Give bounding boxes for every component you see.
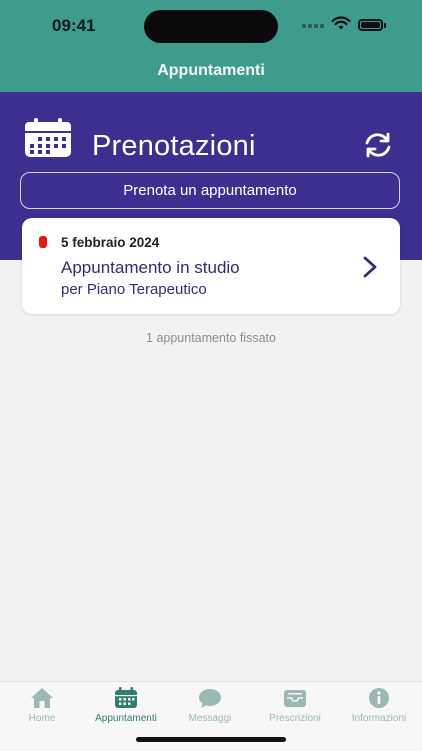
book-appointment-button[interactable]: Prenota un appuntamento <box>20 172 400 209</box>
tab-label: Home <box>28 713 56 724</box>
tab-home[interactable]: Home <box>0 682 84 732</box>
calendar-icon <box>115 687 137 708</box>
home-indicator <box>136 737 286 742</box>
inbox-icon <box>284 690 306 707</box>
calendar-icon <box>25 118 71 157</box>
tab-messaggi[interactable]: Messaggi <box>168 682 252 732</box>
appointment-subtitle: per Piano Terapeutico <box>61 281 207 298</box>
tab-label: Appuntamenti <box>95 713 157 724</box>
wifi-icon <box>331 16 351 30</box>
tab-informazioni[interactable]: Informazioni <box>337 682 421 732</box>
tab-label: Informazioni <box>351 713 407 724</box>
status-indicator <box>39 236 47 248</box>
tab-appuntamenti[interactable]: Appuntamenti <box>84 682 168 732</box>
appointment-date: 5 febbraio 2024 <box>61 235 160 250</box>
home-icon <box>31 688 53 708</box>
page-title: Appuntamenti <box>157 62 265 79</box>
appointment-card[interactable]: 5 febbraio 2024 Appuntamento in studio p… <box>22 218 400 314</box>
info-icon <box>369 688 389 708</box>
chevron-right-icon[interactable] <box>361 255 379 279</box>
nav-bar: Appuntamenti <box>0 50 422 92</box>
refresh-icon[interactable] <box>362 132 394 158</box>
battery-icon <box>358 19 386 31</box>
appointment-count: 1 appuntamento fissato <box>146 331 276 345</box>
bookings-title: Prenotazioni <box>92 130 256 162</box>
appointment-title: Appuntamento in studio <box>61 258 240 277</box>
chat-icon <box>199 689 221 708</box>
tab-label: Messaggi <box>188 713 232 724</box>
status-time: 09:41 <box>52 16 96 35</box>
tab-prescrizioni[interactable]: Prescrizioni <box>253 682 337 732</box>
tab-label: Prescrizioni <box>269 713 321 724</box>
status-bar: 09:41 <box>0 0 422 50</box>
cellular-signal-icon <box>302 22 326 28</box>
dynamic-island <box>144 10 278 43</box>
